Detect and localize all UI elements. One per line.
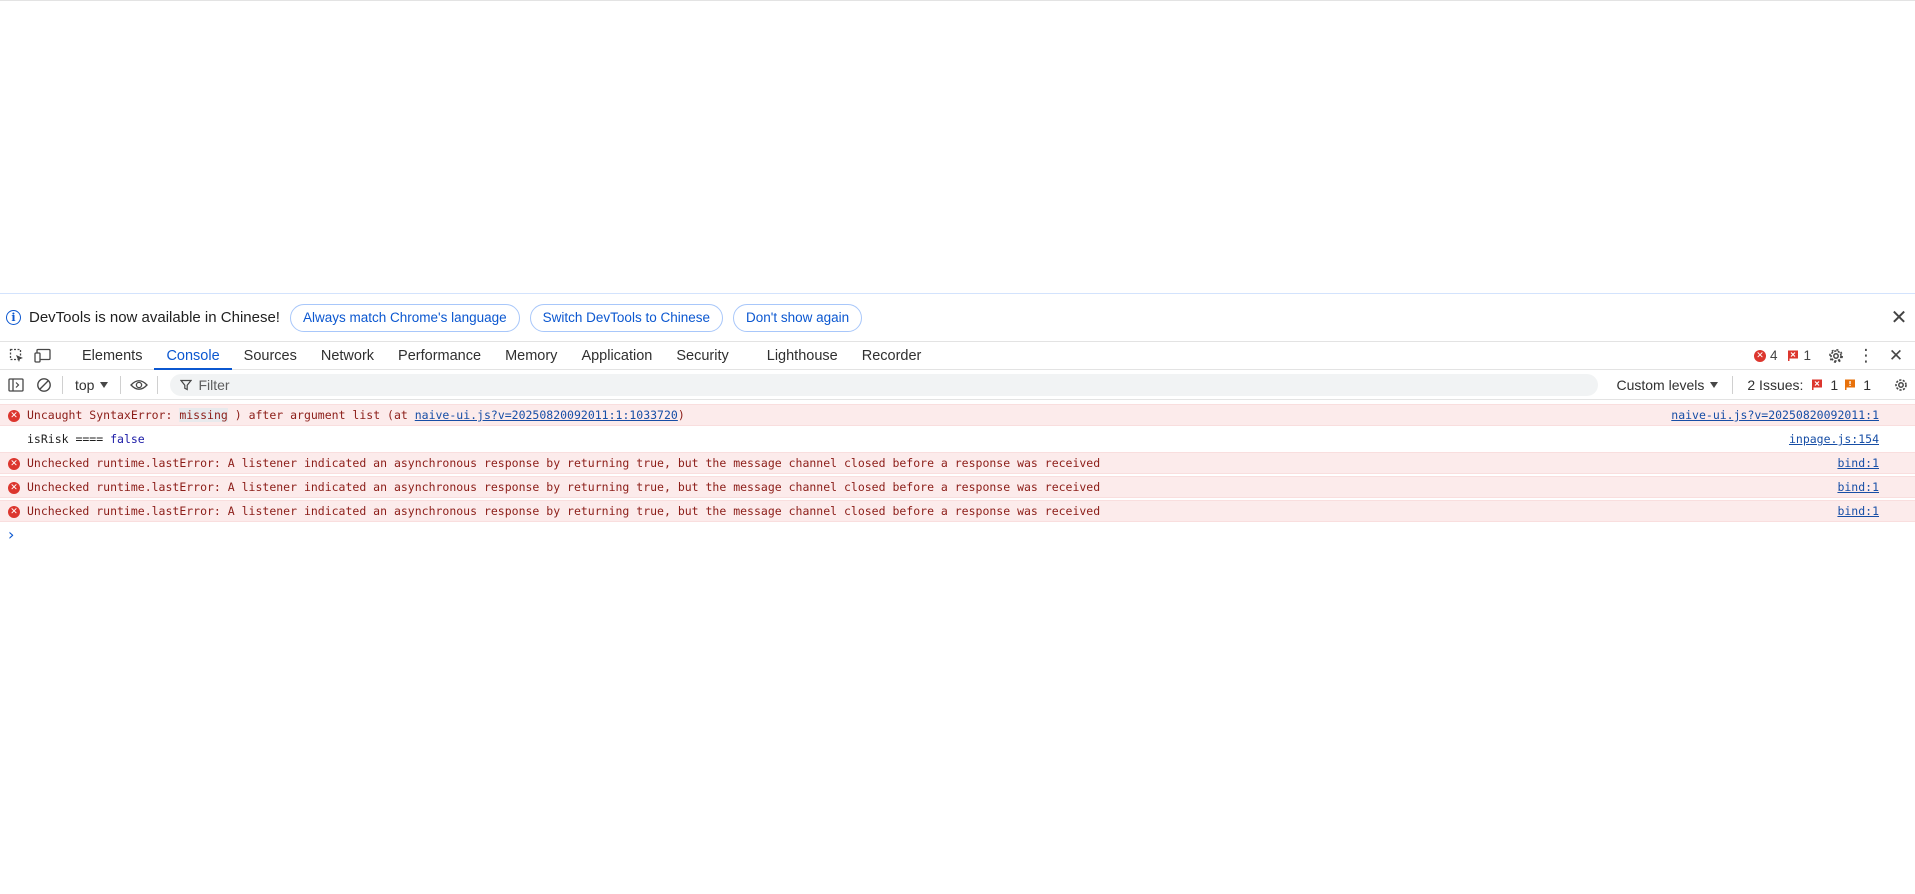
- devtools-panel: i DevTools is now available in Chinese! …: [0, 293, 1915, 894]
- chevron-down-icon: [100, 381, 109, 388]
- tab-network[interactable]: Network: [309, 342, 386, 369]
- issues-counter[interactable]: 2 Issues: 1 1: [1737, 377, 1881, 393]
- live-expression-eye-icon[interactable]: [125, 372, 153, 398]
- tab-performance[interactable]: Performance: [386, 342, 493, 369]
- console-messages: ✕ Uncaught SyntaxError: missing ) after …: [0, 400, 1915, 544]
- filter-funnel-icon: [180, 379, 193, 391]
- tab-console[interactable]: Console: [154, 342, 232, 370]
- tab-lighthouse[interactable]: Lighthouse: [755, 342, 850, 369]
- infobar-close-icon[interactable]: ✕: [1889, 307, 1909, 329]
- message-text: isRisk ==== false: [27, 432, 145, 446]
- device-toolbar-icon[interactable]: [30, 342, 56, 369]
- language-infobar: i DevTools is now available in Chinese! …: [0, 294, 1915, 342]
- console-message-error: ✕ Unchecked runtime.lastError: A listene…: [0, 452, 1915, 474]
- warning-count: 1: [1803, 348, 1811, 363]
- settings-gear-icon[interactable]: [1823, 344, 1849, 368]
- error-count: 4: [1769, 348, 1778, 363]
- issues-label: 2 Issues:: [1747, 376, 1804, 393]
- error-warning-counter[interactable]: ✕ 4 1: [1753, 348, 1811, 363]
- inspected-page-viewport: [0, 0, 1915, 293]
- issue-warning-flag-icon: [1844, 379, 1856, 390]
- message-source-location[interactable]: inpage.js:154: [1789, 432, 1879, 446]
- issues-warning-count: 1: [1863, 376, 1871, 393]
- console-message-error: ✕ Uncaught SyntaxError: missing ) after …: [0, 404, 1915, 426]
- error-icon: ✕: [8, 458, 20, 470]
- filter-input[interactable]: Filter: [170, 373, 1599, 396]
- chevron-right-icon: ›: [8, 524, 15, 544]
- error-icon: ✕: [8, 506, 20, 518]
- context-selector[interactable]: top: [67, 377, 116, 393]
- switch-to-chinese-button[interactable]: Switch DevTools to Chinese: [529, 303, 723, 332]
- message-source-location[interactable]: bind:1: [1837, 504, 1879, 518]
- tab-application[interactable]: Application: [569, 342, 664, 369]
- message-source-location[interactable]: naive-ui.js?v=20250820092011:1: [1671, 408, 1879, 422]
- console-toolbar: top Filter Custom levels 2 Issues: 1 1: [0, 370, 1915, 400]
- warning-flag-icon: [1787, 350, 1799, 361]
- error-icon: ✕: [8, 482, 20, 494]
- infobar-message: DevTools is now available in Chinese!: [29, 309, 280, 326]
- error-icon: ✕: [8, 410, 20, 422]
- console-message-error: ✕ Unchecked runtime.lastError: A listene…: [0, 476, 1915, 498]
- close-devtools-icon[interactable]: ✕: [1883, 344, 1909, 368]
- message-text: Unchecked runtime.lastError: A listener …: [27, 480, 1101, 494]
- tab-security[interactable]: Security: [664, 342, 740, 369]
- chevron-down-icon: [1710, 381, 1719, 388]
- sidebar-toggle-icon[interactable]: [2, 372, 30, 398]
- context-selector-value: top: [75, 376, 95, 393]
- tab-memory[interactable]: Memory: [493, 342, 569, 369]
- devtools-tabbar: Elements Console Sources Network Perform…: [0, 342, 1915, 370]
- more-options-icon[interactable]: ⋮: [1853, 344, 1879, 368]
- log-levels-dropdown[interactable]: Custom levels: [1606, 377, 1728, 393]
- tab-elements[interactable]: Elements: [70, 342, 154, 369]
- tab-sources[interactable]: Sources: [232, 342, 309, 369]
- error-icon: ✕: [1753, 349, 1766, 362]
- console-message-log: isRisk ==== false inpage.js:154: [0, 428, 1915, 450]
- dont-show-again-button[interactable]: Don't show again: [732, 303, 863, 332]
- issue-error-flag-icon: [1811, 379, 1823, 390]
- message-text: Uncaught SyntaxError: missing ) after ar…: [27, 408, 685, 422]
- message-source-location[interactable]: bind:1: [1837, 456, 1879, 470]
- console-settings-gear-icon[interactable]: [1887, 372, 1915, 398]
- info-icon: i: [6, 310, 21, 325]
- inspect-element-icon[interactable]: [4, 342, 30, 369]
- tab-recorder[interactable]: Recorder: [850, 342, 934, 369]
- clear-console-icon[interactable]: [30, 372, 58, 398]
- always-match-language-button[interactable]: Always match Chrome's language: [289, 303, 520, 332]
- issues-error-count: 1: [1830, 376, 1839, 393]
- log-levels-value: Custom levels: [1616, 376, 1705, 393]
- message-source-location[interactable]: bind:1: [1837, 480, 1879, 494]
- message-source-link[interactable]: naive-ui.js?v=20250820092011:1:1033720: [415, 408, 678, 422]
- console-message-error: ✕ Unchecked runtime.lastError: A listene…: [0, 500, 1915, 522]
- console-prompt[interactable]: ›: [0, 524, 1915, 544]
- message-text: Unchecked runtime.lastError: A listener …: [27, 456, 1101, 470]
- filter-placeholder: Filter: [198, 376, 230, 393]
- message-text: Unchecked runtime.lastError: A listener …: [27, 504, 1101, 518]
